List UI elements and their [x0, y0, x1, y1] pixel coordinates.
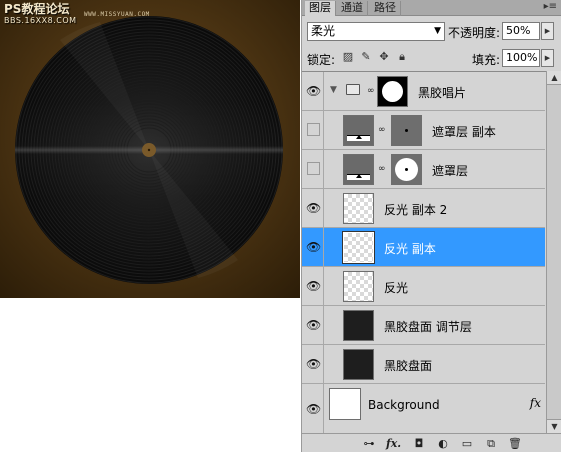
visibility-toggle[interactable] — [302, 111, 324, 149]
layer-row-group[interactable]: 👁︎ ▼ ∞ 黑胶唱片 — [302, 72, 545, 111]
layer-thumbnail[interactable] — [342, 231, 375, 264]
visibility-toggle[interactable]: 👁︎ — [302, 267, 324, 305]
fill-slider-button[interactable]: ▶ — [541, 49, 554, 67]
vinyl-record-artwork — [15, 16, 283, 284]
panel-footer-toolbar: ⊶ fx. ◘ ◐ ▭ ⧉ 🗑︎ — [302, 433, 561, 452]
layer-style-icon[interactable]: fx. — [386, 437, 401, 450]
eye-icon: 👁︎ — [306, 279, 322, 293]
layer-row[interactable]: ∞ 遮罩层 — [302, 150, 545, 189]
mask-link-icon[interactable]: ∞ — [378, 125, 386, 135]
layer-thumbnail[interactable] — [343, 193, 374, 224]
new-layer-icon[interactable]: ⧉ — [484, 437, 498, 450]
eye-icon: 👁︎ — [306, 402, 322, 416]
eye-icon: 👁︎ — [306, 201, 322, 215]
vinyl-spindle-hole — [147, 148, 151, 152]
opacity-slider-button[interactable]: ▶ — [541, 22, 554, 40]
visibility-toggle[interactable]: 👁︎ — [302, 72, 324, 110]
mask-shape — [382, 81, 403, 102]
lock-label: 锁定: — [307, 53, 336, 67]
adjustment-thumbnail[interactable] — [343, 154, 374, 185]
mask-link-icon[interactable]: ∞ — [378, 164, 386, 174]
new-group-icon[interactable]: ▭ — [460, 437, 474, 450]
layer-mask-thumbnail[interactable] — [391, 115, 422, 146]
layer-name: Background — [368, 398, 440, 412]
scroll-down-arrow-icon[interactable]: ▼ — [547, 419, 561, 433]
layer-row[interactable]: 👁︎ 黑胶盘面 — [302, 345, 545, 384]
layer-row-background[interactable]: 👁︎ Background fx ▼ — [302, 384, 557, 434]
layer-list: 👁︎ ▼ ∞ 黑胶唱片 ∞ 遮罩层 副本 ∞ 遮罩层 👁︎ 反光 副本 2 👁︎… — [302, 71, 561, 434]
layer-row[interactable]: 👁︎ 反光 — [302, 267, 545, 306]
layer-name: 反光 副本 2 — [384, 203, 448, 217]
link-layers-icon[interactable]: ⊶ — [362, 437, 376, 450]
tab-channels[interactable]: 通道 — [337, 1, 368, 16]
layer-thumbnail[interactable] — [343, 310, 374, 341]
mask-dot — [405, 129, 408, 132]
layer-thumbnail[interactable] — [329, 388, 361, 420]
tab-paths[interactable]: 路径 — [370, 1, 401, 16]
opacity-input[interactable]: 50% — [502, 22, 540, 40]
dropdown-arrow-icon: ▼ — [434, 26, 441, 36]
visibility-toggle[interactable] — [302, 150, 324, 188]
blend-mode-select[interactable]: 柔光 ▼ — [307, 22, 445, 41]
document-canvas[interactable]: PS教程论坛 BBS.16XX8.COM WWW.MISSYUAN.COM — [0, 0, 300, 298]
visibility-toggle[interactable]: 👁︎ — [302, 189, 324, 227]
layer-row-selected[interactable]: 👁︎ 反光 副本 — [302, 228, 545, 267]
visibility-toggle[interactable]: 👁︎ — [302, 345, 324, 383]
visibility-toggle[interactable]: 👁︎ — [302, 306, 324, 344]
layers-panel: 图层 通道 路径 ▸≡ 柔光 ▼ 不透明度: 50% ▶ 锁定: ▨ ✎ ✥ 🔒… — [301, 0, 561, 452]
adjustment-layer-icon[interactable]: ◐ — [436, 437, 450, 450]
layer-name: 反光 — [384, 281, 409, 295]
watermark: PS教程论坛 BBS.16XX8.COM — [4, 3, 77, 27]
watermark-title: PS教程论坛 — [4, 2, 70, 16]
hidden-visibility-box — [307, 123, 320, 136]
lock-pixels-icon[interactable]: ✎ — [360, 51, 372, 63]
visibility-toggle[interactable]: 👁︎ — [302, 228, 324, 266]
tab-layers[interactable]: 图层 — [305, 1, 336, 16]
watermark-site: WWW.MISSYUAN.COM — [84, 11, 150, 18]
panel-menu-icon[interactable]: ▸≡ — [544, 1, 557, 12]
layer-name: 黑胶盘面 — [384, 359, 433, 373]
fill-input[interactable]: 100% — [502, 49, 540, 67]
expand-triangle-icon[interactable]: ▼ — [330, 85, 337, 95]
hidden-visibility-box — [307, 162, 320, 175]
eye-icon: 👁︎ — [306, 318, 322, 332]
fill-label: 填充: — [472, 53, 501, 67]
layer-name: 黑胶盘面 调节层 — [384, 320, 472, 334]
mask-dot — [405, 168, 408, 171]
layer-mask-thumbnail[interactable] — [391, 154, 422, 185]
watermark-url: BBS.16XX8.COM — [4, 16, 77, 25]
layer-name: 遮罩层 — [432, 164, 469, 178]
layer-thumbnail[interactable] — [343, 271, 374, 302]
layer-name: 反光 副本 — [384, 242, 436, 256]
layer-effects-icon[interactable]: fx — [530, 396, 541, 410]
add-mask-icon[interactable]: ◘ — [412, 437, 426, 450]
layer-row[interactable]: ∞ 遮罩层 副本 — [302, 111, 545, 150]
adjustment-thumbnail[interactable] — [343, 115, 374, 146]
visibility-toggle[interactable]: 👁︎ — [302, 384, 324, 434]
mask-link-icon[interactable]: ∞ — [367, 86, 375, 96]
layers-scrollbar[interactable]: ▲ ▼ — [546, 71, 561, 433]
lock-all-icon[interactable]: 🔒︎ — [396, 51, 408, 63]
eye-icon: 👁︎ — [306, 240, 322, 254]
layer-name: 遮罩层 副本 — [432, 125, 496, 139]
layer-name: 黑胶唱片 — [418, 86, 467, 100]
eye-icon: 👁︎ — [306, 84, 322, 98]
delete-layer-icon[interactable]: 🗑︎ — [508, 437, 522, 450]
layer-thumbnail[interactable] — [343, 349, 374, 380]
lock-transparency-icon[interactable]: ▨ — [342, 51, 354, 63]
blend-mode-value: 柔光 — [311, 24, 336, 38]
layer-row[interactable]: 👁︎ 反光 副本 2 — [302, 189, 545, 228]
layer-row[interactable]: 👁︎ 黑胶盘面 调节层 — [302, 306, 545, 345]
folder-icon — [346, 84, 360, 95]
opacity-label: 不透明度: — [448, 26, 501, 40]
panel-tab-bar: 图层 通道 路径 ▸≡ — [302, 0, 561, 16]
eye-icon: 👁︎ — [306, 357, 322, 371]
layer-mask-thumbnail[interactable] — [377, 76, 408, 107]
lock-position-icon[interactable]: ✥ — [378, 51, 390, 63]
scroll-up-arrow-icon[interactable]: ▲ — [547, 71, 561, 85]
